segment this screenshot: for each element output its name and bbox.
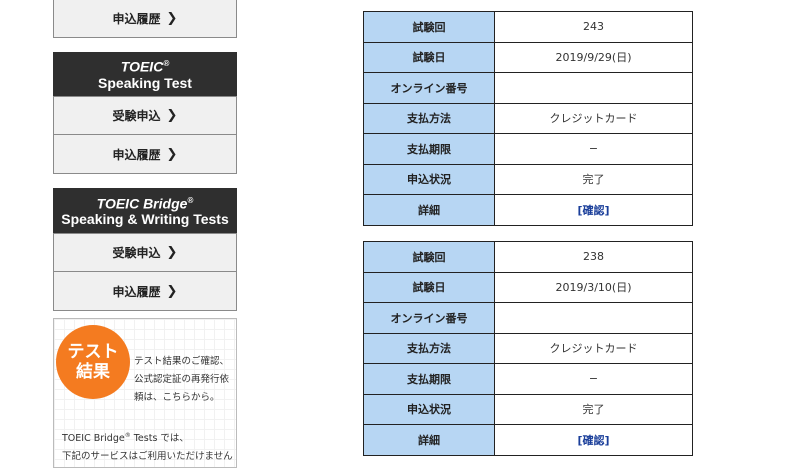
chevron-right-icon: ❯ [166, 146, 178, 162]
note-line2: 下記のサービスはご利用いただけません [62, 451, 233, 463]
note-bridge: TOEIC Bridge [62, 433, 125, 445]
bridge-title-line2: Speaking & Writing Tests [61, 211, 229, 228]
results-text-line3: 頼は、こちらから。 [134, 392, 220, 403]
row-value: 243 [494, 11, 693, 43]
row-value: − [494, 363, 693, 395]
row-value: クレジットカード [494, 332, 693, 364]
note-tests: Tests では、 [130, 433, 189, 445]
row-value: 2019/9/29(日) [494, 41, 693, 73]
table-row: 支払方法 クレジットカード [363, 332, 693, 364]
row-value [494, 72, 693, 104]
results-text-line1: テスト結果のご確認、 [134, 356, 230, 367]
table-row: 試験日 2019/9/29(日) [363, 41, 693, 73]
row-label: オンライン番号 [363, 72, 495, 104]
badge-line2: 結果 [76, 362, 110, 382]
row-label: 詳細 [363, 194, 495, 226]
speaking-title-line2: Speaking Test [98, 74, 192, 91]
chevron-right-icon: ❯ [166, 108, 178, 123]
row-label: 申込状況 [363, 393, 495, 425]
test-results-badge: テスト 結果 [56, 325, 130, 399]
chevron-right-icon: ❯ [166, 11, 178, 26]
row-label: 支払期限 [363, 133, 495, 165]
speaking-test-header: TOEIC® Speaking Test [53, 52, 237, 96]
chevron-right-icon: ❯ [166, 283, 178, 299]
row-value: クレジットカード [494, 102, 693, 134]
results-text-line2: 公式認定証の再発行依 [134, 374, 230, 385]
results-description: テスト結果のご確認、 公式認定証の再発行依 頼は、こちらから。 [134, 353, 236, 407]
speaking-history-button[interactable]: 申込履歴 ❯ [53, 135, 237, 174]
row-value: 238 [494, 241, 693, 273]
confirm-link[interactable]: [確認] [577, 434, 609, 447]
table-row: 試験回 243 [363, 11, 693, 43]
table-row: 支払期限 − [363, 363, 693, 395]
results-note: TOEIC Bridge® Tests では、 下記のサービスはご利用いただけま… [62, 427, 236, 466]
bridge-title-line1: TOEIC Bridge [96, 195, 188, 212]
application-table-2: 試験回 238 試験日 2019/3/10(日) オンライン番号 支払方法 クレジット… [363, 241, 693, 456]
test-results-banner[interactable]: テスト 結果 テスト結果のご確認、 公式認定証の再発行依 頼は、こちらから。 T… [53, 318, 237, 468]
row-label: 試験日 [363, 271, 495, 303]
apply-label: 受験申込 [112, 109, 161, 123]
history-label: 申込履歴 [112, 12, 161, 26]
row-label: 支払方法 [363, 332, 495, 364]
apply-label: 受験申込 [112, 246, 161, 260]
table-row: 支払期限 − [363, 133, 693, 165]
table-row: 試験日 2019/3/10(日) [363, 271, 693, 303]
row-label: 試験回 [363, 11, 495, 43]
row-label: 支払方法 [363, 102, 495, 134]
application-table-1: 試験回 243 試験日 2019/9/29(日) オンライン番号 支払方法 クレジット… [363, 11, 693, 226]
history-button-top[interactable]: 申込履歴 ❯ [53, 0, 237, 38]
badge-line1: テスト [67, 342, 119, 362]
row-value: − [494, 133, 693, 165]
row-value: 完了 [494, 163, 693, 195]
row-label: 試験回 [363, 241, 495, 273]
table-row: 試験回 238 [363, 241, 693, 273]
speaking-test-group: TOEIC® Speaking Test 受験申込 ❯ 申込履歴 ❯ [53, 52, 237, 174]
listening-reading-group: 申込履歴 ❯ [53, 0, 237, 38]
chevron-right-icon: ❯ [166, 245, 178, 260]
table-row: 申込状況 完了 [363, 393, 693, 425]
row-value: 2019/3/10(日) [494, 271, 693, 303]
registered-mark: ® [187, 195, 194, 205]
details-cell: [確認] [494, 424, 693, 456]
row-value: 完了 [494, 393, 693, 425]
row-value [494, 302, 693, 334]
table-row: オンライン番号 [363, 72, 693, 104]
speaking-title-line1: TOEIC [120, 58, 164, 75]
bridge-test-group: TOEIC Bridge® Speaking & Writing Tests 受… [53, 188, 237, 311]
table-row: 支払方法 クレジットカード [363, 102, 693, 134]
table-row: 詳細 [確認] [363, 424, 693, 456]
row-label: オンライン番号 [363, 302, 495, 334]
bridge-apply-button[interactable]: 受験申込 ❯ [53, 233, 237, 272]
speaking-apply-button[interactable]: 受験申込 ❯ [53, 96, 237, 135]
row-label: 詳細 [363, 424, 495, 456]
row-label: 申込状況 [363, 163, 495, 195]
history-label: 申込履歴 [112, 284, 161, 299]
row-label: 支払期限 [363, 363, 495, 395]
table-row: 詳細 [確認] [363, 194, 693, 226]
registered-mark: ® [163, 59, 170, 69]
row-label: 試験日 [363, 41, 495, 73]
details-cell: [確認] [494, 194, 693, 226]
table-row: オンライン番号 [363, 302, 693, 334]
confirm-link[interactable]: [確認] [577, 204, 609, 217]
table-row: 申込状況 完了 [363, 163, 693, 195]
bridge-test-header: TOEIC Bridge® Speaking & Writing Tests [53, 188, 237, 233]
history-label: 申込履歴 [112, 147, 161, 162]
bridge-history-button[interactable]: 申込履歴 ❯ [53, 272, 237, 311]
